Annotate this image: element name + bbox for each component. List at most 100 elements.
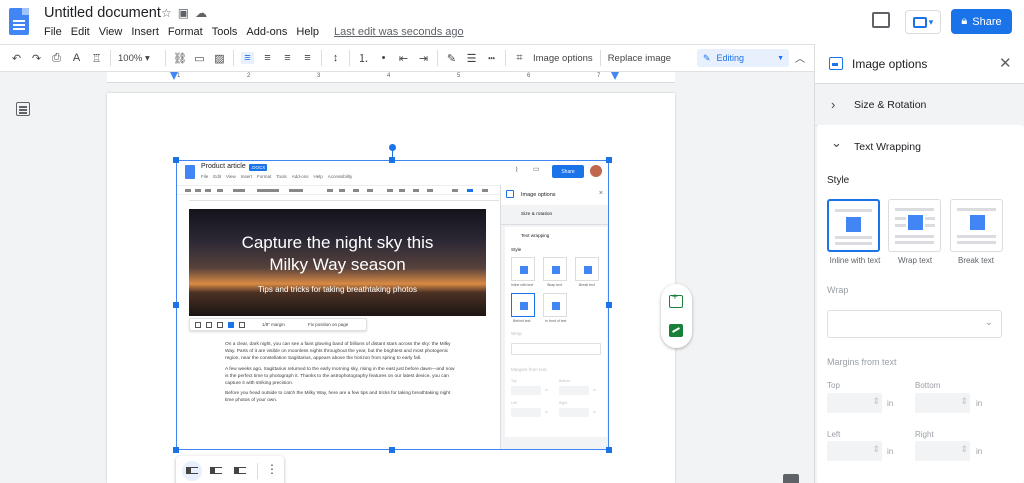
more-options-icon[interactable]: ⋮ [266, 462, 278, 476]
resize-handle-bottom-left[interactable] [173, 447, 179, 453]
present-button[interactable]: ▾ [905, 10, 941, 34]
document-outline-icon[interactable] [16, 102, 30, 116]
break-text-option[interactable] [950, 199, 1003, 252]
align-right-icon[interactable]: ≡ [281, 52, 294, 64]
margin-right-input[interactable] [915, 441, 970, 461]
embedded-unit-label: in [593, 410, 596, 414]
resize-handle-left[interactable] [173, 302, 179, 308]
embedded-margin-label: Bottom [559, 379, 571, 383]
suggest-edits-icon[interactable] [669, 324, 683, 337]
rotation-handle[interactable] [389, 144, 396, 151]
menu-insert[interactable]: Insert [131, 26, 164, 38]
docs-logo-icon[interactable] [9, 8, 29, 35]
inline-with-text-option[interactable] [827, 199, 880, 252]
cloud-status-icon[interactable]: ☁ [195, 6, 207, 20]
break-text-button[interactable] [230, 461, 250, 481]
redo-icon[interactable]: ↷ [30, 52, 43, 65]
insert-image-icon[interactable]: ▨ [213, 52, 226, 65]
undo-icon[interactable]: ↶ [10, 52, 23, 65]
border-color-icon[interactable]: ✎ [445, 52, 458, 65]
menu-tools[interactable]: Tools [212, 26, 243, 38]
crop-icon[interactable]: ⌗ [513, 52, 526, 65]
menu-format[interactable]: Format [168, 26, 208, 38]
paint-format-icon[interactable]: ♖ [90, 52, 103, 65]
position-select: Fix position on page [308, 322, 349, 327]
embedded-share-button: Share [552, 165, 584, 178]
resize-handle-top-right[interactable] [606, 157, 612, 163]
image-options-panel: Image options ✕ › Size & Rotation ⌄ Text… [814, 44, 1024, 483]
image-options-button[interactable]: Image options [533, 53, 593, 64]
replace-image-button[interactable]: Replace image [608, 53, 671, 64]
increase-indent-icon[interactable]: ⇥ [417, 52, 430, 65]
embedded-wrapping-label: Text wrapping [521, 233, 550, 238]
wrap-text-option[interactable] [888, 199, 941, 252]
print-icon[interactable]: ⎙ [50, 52, 63, 65]
numbered-list-icon[interactable]: ⒈ [357, 50, 370, 66]
share-button[interactable]: 🔒︎ Share [951, 9, 1012, 34]
ruler-label: 6 [527, 73, 531, 79]
margin-left-input[interactable] [827, 441, 882, 461]
editing-mode-select[interactable]: ✎ Editing ▼ [697, 49, 789, 67]
size-rotation-section[interactable]: › Size & Rotation [815, 84, 1024, 126]
decrease-indent-icon[interactable]: ⇤ [397, 52, 410, 65]
dropdown-caret-icon: ▾ [928, 16, 934, 27]
text-wrapping-header[interactable]: ⌄ Text Wrapping [817, 125, 1024, 165]
resize-handle-top-left[interactable] [173, 157, 179, 163]
break-option-label: Break text [957, 256, 994, 265]
embedded-size-label: Size & rotation [521, 212, 553, 217]
divider [599, 50, 601, 66]
text-wrapping-section: ⌄ Text Wrapping Style Inline with text W… [817, 125, 1024, 483]
close-icon[interactable]: ✕ [999, 54, 1012, 72]
menu-edit[interactable]: Edit [71, 26, 95, 38]
zoom-select[interactable]: 100% ▾ [118, 53, 158, 64]
embedded-margin-label: Right [559, 401, 568, 405]
image-block-icon [210, 468, 215, 473]
embedded-option-label: Inline with text [511, 283, 534, 287]
embedded-menu-item: Insert [240, 174, 252, 179]
selected-image[interactable]: Product article .DOCX File Edit View Ins… [176, 160, 609, 450]
embedded-margin-label: Left [511, 401, 517, 405]
divider [233, 50, 234, 66]
bulleted-list-icon[interactable]: • [377, 52, 390, 64]
embedded-wrap-option [511, 293, 535, 317]
avatar [590, 165, 602, 177]
article-body: On a clear, dark night, you can see a fa… [225, 341, 457, 408]
resize-handle-top[interactable] [389, 157, 395, 163]
last-edit-link[interactable]: Last edit was seconds ago [334, 26, 469, 38]
resize-handle-right[interactable] [606, 302, 612, 308]
spellcheck-icon[interactable]: A [70, 52, 83, 64]
embedded-menu-item: Format [256, 174, 272, 179]
margin-bottom-input[interactable] [915, 393, 970, 413]
align-justify-icon[interactable]: ≡ [301, 52, 314, 64]
menu-view[interactable]: View [99, 26, 128, 38]
border-weight-icon[interactable]: ☰ [465, 52, 478, 65]
move-folder-icon[interactable]: ▣ [178, 6, 189, 20]
align-center-icon[interactable]: ≡ [261, 52, 274, 64]
border-dash-icon[interactable]: ┅ [485, 52, 498, 65]
embedded-size-section: Size & rotation [501, 205, 608, 225]
menu-file[interactable]: File [44, 26, 67, 38]
comment-history-icon[interactable] [872, 12, 890, 28]
margin-top-input[interactable] [827, 393, 882, 413]
add-comment-icon[interactable] [669, 292, 683, 308]
style-label: Style [827, 175, 850, 186]
resize-handle-bottom[interactable] [389, 447, 395, 453]
link-icon[interactable]: ⛓ [173, 52, 187, 65]
wrap-text-button[interactable] [206, 461, 226, 481]
document-title[interactable]: Untitled document [44, 5, 161, 21]
embedded-menu-item: Help [313, 174, 323, 179]
inline-wrap-button[interactable] [182, 461, 202, 481]
margin-left-label: Left [827, 430, 841, 439]
resize-handle-bottom-right[interactable] [606, 447, 612, 453]
line-spacing-icon[interactable]: ↕ [329, 52, 342, 64]
divider [110, 50, 111, 66]
wrap-select[interactable] [827, 310, 1002, 338]
embedded-option-label: Wrap text [547, 283, 562, 287]
menu-help[interactable]: Help [296, 26, 324, 38]
align-left-icon[interactable]: ≡ [241, 52, 254, 64]
chevron-up-icon[interactable]: ︿ [795, 50, 805, 65]
explore-icon[interactable] [783, 474, 799, 483]
menu-addons[interactable]: Add-ons [246, 26, 292, 38]
star-icon[interactable]: ☆ [161, 6, 172, 20]
add-comment-icon[interactable]: ▭ [193, 52, 206, 65]
